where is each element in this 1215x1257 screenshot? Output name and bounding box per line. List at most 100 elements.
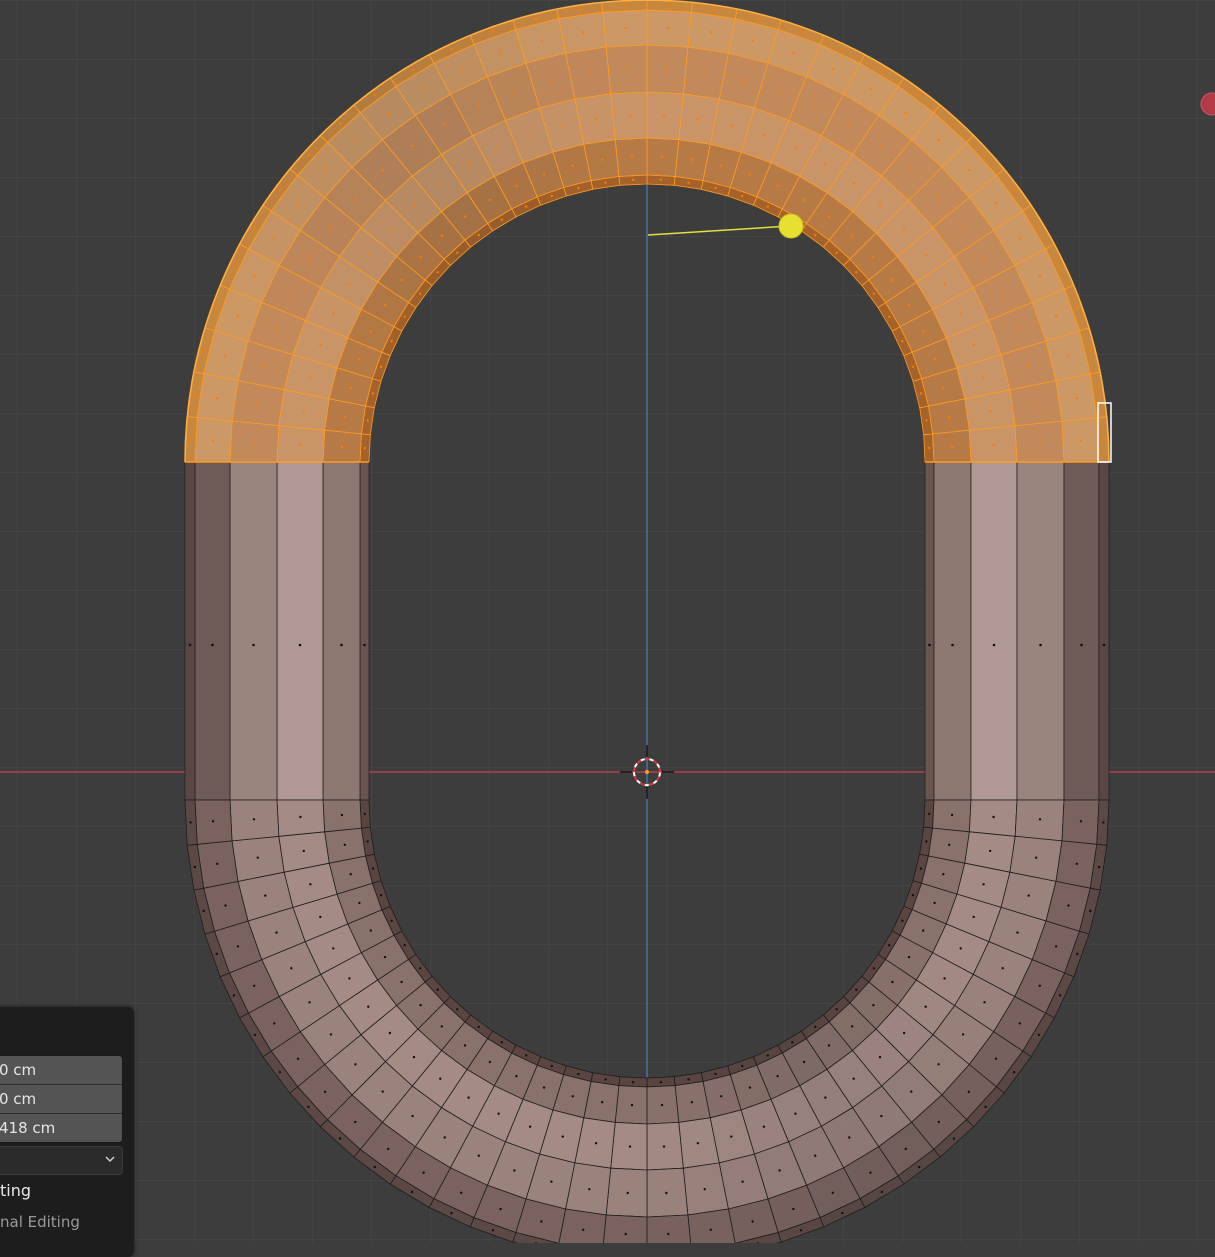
face-dot [515,184,518,187]
option-label-2[interactable]: nal Editing [0,1213,80,1231]
face-dot [626,1191,629,1195]
face-dot [696,1142,700,1145]
face-dot [748,1086,752,1089]
face-dot [982,883,985,886]
face-dot [358,357,361,361]
face-dot [869,1171,872,1174]
face-dot [338,1137,342,1140]
face-dot [1079,820,1083,823]
face-dot [630,1103,634,1107]
face-dot [216,862,219,865]
face-dot [937,196,940,199]
face-dot [491,30,495,33]
face-dot [1027,894,1030,897]
option-label-1[interactable]: ting [0,1181,31,1200]
face-dot [814,105,817,108]
face-dot [340,643,343,647]
face-dot [319,343,322,347]
face-dot [252,643,255,647]
face-dot [388,227,392,231]
face-dot [388,1031,392,1035]
face-dot [928,812,931,816]
face-dot [911,365,915,368]
face-dot [714,1072,717,1076]
face-dot [309,883,312,886]
face-dot [278,1071,282,1074]
face-dot [992,443,995,447]
face-dot [302,409,305,413]
face-dot [852,182,855,185]
face-dot [891,278,894,282]
face-dot [542,173,546,176]
face-dot [824,163,827,166]
face-dot [488,198,492,202]
face-dot [937,1063,940,1066]
face-dot [901,919,904,922]
face-dot [1076,306,1079,310]
face-dot [967,169,971,172]
face-dot [253,225,257,229]
face-dot [872,1004,875,1007]
face-dot [703,1188,706,1191]
face-dot [687,1078,690,1081]
face-dot [188,643,192,647]
face-dot [827,215,831,218]
face-dot [189,438,192,441]
face-dot [369,929,372,932]
face-dot [340,813,344,817]
face-dot [967,1090,971,1094]
face-dot [841,47,844,51]
face-dot [379,365,383,368]
face-dot [766,205,769,208]
face-dot [419,1004,422,1007]
chevron-down-icon [105,1156,115,1163]
face-dot [1089,349,1092,353]
mesh-selected-face [229,420,280,463]
face-dot [751,39,754,42]
face-dot [309,376,312,379]
face-dot [959,947,962,950]
face-dot [308,1001,311,1004]
face-dot [307,1105,310,1109]
face-dot [363,446,366,450]
face-dot [253,275,256,278]
face-dot [1054,314,1058,317]
face-dot [756,17,760,20]
face-dot [690,158,693,161]
face-dot [232,994,236,997]
face-dot [924,1005,927,1008]
mesh-selected-face [1014,420,1065,463]
mesh-arc-face [602,1214,648,1243]
mesh-arc-face [558,1208,607,1243]
face-dot [371,392,375,395]
mesh-side-face [229,461,278,801]
face-dot [467,1096,470,1099]
face-dot [841,1211,844,1215]
face-dot [419,255,422,258]
face-dot [403,315,406,318]
face-dot [499,51,502,55]
face-dot [696,117,700,121]
face-dot [942,873,945,876]
face-dot [1102,821,1105,824]
face-dot [831,68,834,71]
face-dot [1102,643,1106,647]
face-dot [354,196,357,199]
face-dot [662,1145,666,1148]
face-dot [1016,328,1019,331]
face-dot [189,821,192,824]
face-dot [880,1190,884,1194]
face-dot [211,820,215,823]
face-dot [1080,643,1083,647]
face-dot [741,1180,744,1183]
value-field-2[interactable]: 0 cm [0,1085,122,1114]
face-dot [332,947,335,950]
mode-dropdown[interactable] [0,1146,123,1175]
mesh-side-face [322,461,361,801]
3d-viewport[interactable] [0,0,1215,1243]
mesh-side-face [194,461,231,801]
value-field-1[interactable]: 0 cm [0,1056,122,1085]
value-field-3[interactable]: 418 cm [0,1114,122,1142]
mesh-arc-face [646,1167,689,1218]
face-dot [343,843,346,846]
